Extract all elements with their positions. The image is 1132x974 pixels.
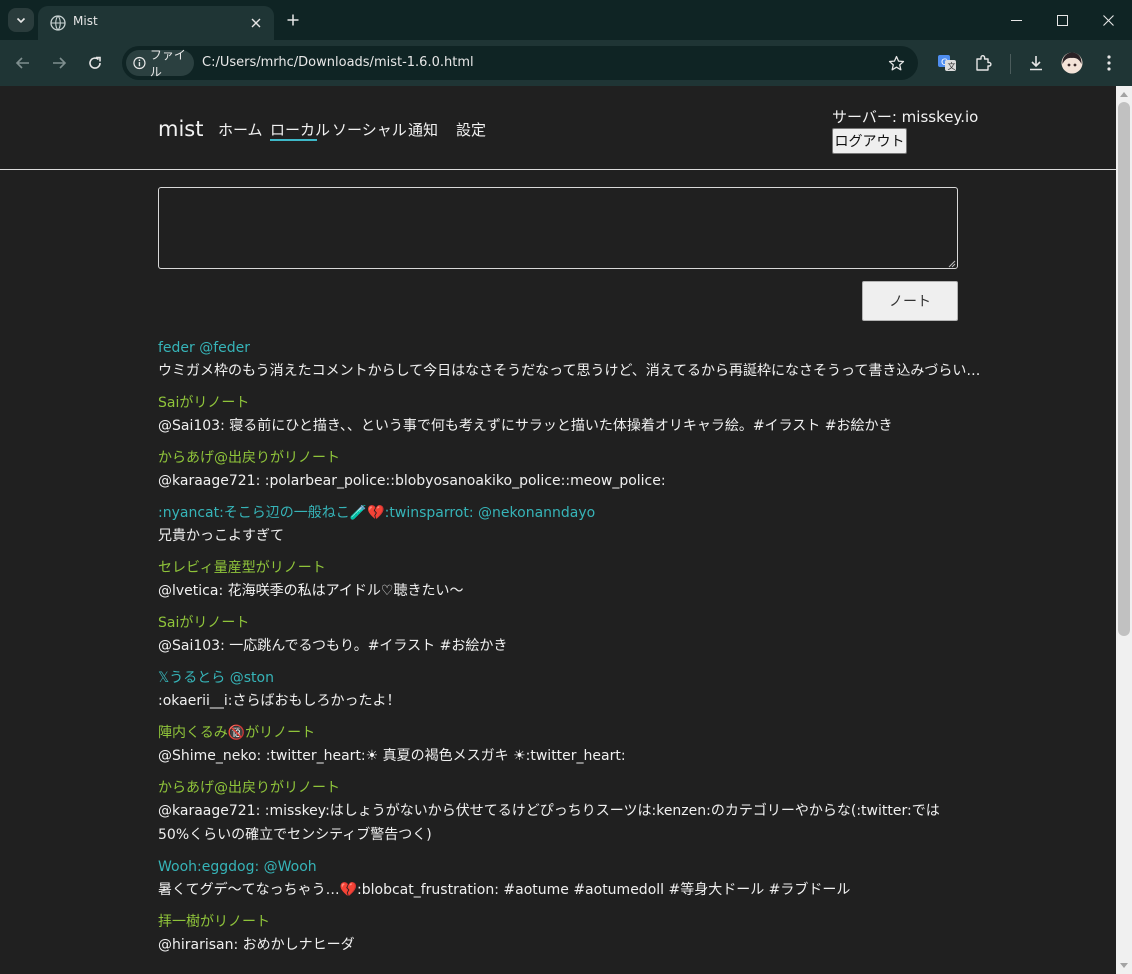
close-window-button[interactable] [1085, 0, 1131, 40]
note-item: からあげ@出戻りがリノート @karaage721: :misskey:はしょう… [158, 778, 958, 847]
note-text: @hirarisan: おめかしナヒーダ [158, 937, 355, 953]
scroll-down-arrow-icon[interactable] [1120, 963, 1128, 968]
bookmark-star-button[interactable] [886, 53, 906, 73]
note-item: Saiがリノート @Sai103: 寝る前にひと描き、、という事で何も考えずにサ… [158, 393, 958, 438]
extensions-button[interactable] [971, 51, 995, 75]
renote-label[interactable]: 陣内くるみ🔞がリノート [158, 723, 958, 744]
download-icon [1030, 56, 1042, 71]
note-text: @lvetica: 花海咲季の私はアイドル♡聴きたい〜 [158, 583, 464, 599]
info-icon [133, 56, 146, 70]
renote-label[interactable]: Saiがリノート [158, 613, 958, 634]
arrow-right-icon [53, 57, 67, 69]
translate-extension-button[interactable]: G文 [935, 51, 959, 75]
logout-button[interactable]: ログアウト [832, 128, 907, 154]
note-text: 暑くてグデ〜てなっちゃう…💔:blobcat_frustration: #aot… [158, 882, 851, 898]
scrollbar-thumb[interactable] [1118, 102, 1130, 636]
tab-close-button[interactable] [246, 13, 266, 33]
avatar-icon [1061, 52, 1083, 74]
new-tab-button[interactable] [282, 9, 304, 31]
note-author[interactable]: feder @feder [158, 338, 958, 359]
server-label: サーバー: misskey.io [832, 108, 979, 126]
resize-grip-icon[interactable] [946, 258, 956, 268]
note-item: 陣内くるみ🔞がリノート @Shime_neko: :twitter_heart:… [158, 723, 958, 768]
renote-label[interactable]: 拝一樹がリノート [158, 912, 958, 933]
tab-search-button[interactable] [8, 8, 34, 32]
note-author[interactable]: Wooh:eggdog: @Wooh [158, 857, 958, 878]
reload-icon [89, 56, 101, 69]
page-viewport: mist ホーム ローカル ソーシャル 通知 設定 サーバー: misskey.… [0, 86, 1116, 974]
note-item: からあげ@出戻りがリノート @karaage721: :polarbear_po… [158, 448, 958, 493]
star-icon [888, 55, 904, 70]
nav-social[interactable]: ソーシャル [332, 119, 407, 140]
forward-button[interactable] [47, 51, 71, 75]
note-author[interactable]: 𝕏うるとら @ston [158, 668, 958, 689]
note-text: @karaage721: :polarbear_police::blobyosa… [158, 473, 666, 489]
note-submit-button[interactable]: ノート [862, 281, 958, 321]
toolbar-separator [1010, 54, 1011, 74]
note-text: :okaerii__i:さらばおもしろかったよ！ [158, 693, 401, 709]
maximize-icon [1056, 14, 1068, 26]
note-text: @Sai103: 寝る前にひと描き、、という事で何も考えずにサラッと描いた体操着… [158, 418, 893, 434]
note-text: 兄貴かっこよすぎて [158, 528, 284, 544]
svg-text:文: 文 [948, 61, 956, 71]
note-item: セレビィ量産型がリノート @lvetica: 花海咲季の私はアイドル♡聴きたい〜 [158, 558, 958, 603]
site-info-label: ファイル [149, 48, 186, 79]
tab-title: Mist [73, 14, 98, 28]
note-text: ウミガメ枠のもう消えたコメントからして今日はなさそうだなって思うけど、消えてるか… [158, 363, 981, 379]
close-icon [251, 18, 261, 28]
profile-avatar-button[interactable] [1060, 51, 1084, 75]
site-brand: mist [158, 117, 204, 141]
nav-active-indicator [270, 139, 317, 141]
renote-label[interactable]: セレビィ量産型がリノート [158, 558, 958, 579]
arrow-left-icon [15, 57, 29, 69]
translate-icon: G文 [938, 55, 956, 71]
downloads-button[interactable] [1024, 51, 1048, 75]
note-item: 拝一樹がリノート @hirarisan: おめかしナヒーダ [158, 912, 958, 957]
nav-home[interactable]: ホーム [218, 119, 263, 140]
minimize-button[interactable] [993, 0, 1039, 40]
renote-label[interactable]: からあげ@出戻りがリノート [158, 778, 958, 799]
note-item: 𝕏うるとら @ston :okaerii__i:さらばおもしろかったよ！ [158, 668, 958, 713]
timeline: feder @feder ウミガメ枠のもう消えたコメントからして今日はなさそうだ… [158, 338, 981, 967]
browser-tab-strip: Mist [0, 0, 1132, 40]
more-vertical-icon [1107, 55, 1111, 71]
url-text[interactable]: C:/Users/mrhc/Downloads/mist-1.6.0.html [202, 55, 474, 70]
browser-tab[interactable]: Mist [38, 6, 274, 40]
compose-textarea[interactable] [158, 187, 958, 269]
renote-label[interactable]: からあげ@出戻りがリノート [158, 448, 958, 469]
browser-toolbar: ファイル C:/Users/mrhc/Downloads/mist-1.6.0.… [0, 40, 1132, 86]
nav-settings[interactable]: 設定 [456, 119, 486, 140]
note-item: feder @feder ウミガメ枠のもう消えたコメントからして今日はなさそうだ… [158, 338, 981, 383]
reload-button[interactable] [83, 51, 107, 75]
nav-local[interactable]: ローカル [270, 119, 330, 140]
note-item: :nyancat:そこら辺の一般ねこ🧪💔:twinsparrot: @nekon… [158, 503, 958, 548]
address-bar[interactable]: ファイル C:/Users/mrhc/Downloads/mist-1.6.0.… [122, 46, 918, 80]
maximize-button[interactable] [1039, 0, 1085, 40]
browser-menu-button[interactable] [1097, 51, 1121, 75]
note-text: @Sai103: 一応跳んでるつもり。#イラスト #お絵かき [158, 638, 508, 654]
site-info-chip[interactable]: ファイル [126, 48, 194, 79]
note-author[interactable]: :nyancat:そこら辺の一般ねこ🧪💔:twinsparrot: @nekon… [158, 503, 958, 524]
note-text: @Shime_neko: :twitter_heart:☀ 真夏の褐色メスガキ … [158, 748, 626, 764]
back-button[interactable] [11, 51, 35, 75]
puzzle-icon [976, 55, 992, 71]
globe-icon [50, 15, 66, 31]
close-icon [1102, 14, 1114, 26]
page-scrollbar[interactable] [1116, 86, 1132, 974]
scroll-up-arrow-icon[interactable] [1120, 92, 1128, 97]
chevron-down-icon [16, 17, 26, 24]
site-header: mist ホーム ローカル ソーシャル 通知 設定 サーバー: misskey.… [0, 86, 1116, 170]
note-item: Saiがリノート @Sai103: 一応跳んでるつもり。#イラスト #お絵かき [158, 613, 958, 658]
nav-notifications[interactable]: 通知 [408, 119, 438, 140]
note-text: @karaage721: :misskey:はしょうがないから伏せてるけどぴっち… [158, 803, 940, 843]
renote-label[interactable]: Saiがリノート [158, 393, 958, 414]
minimize-icon [1010, 19, 1022, 21]
plus-icon [287, 14, 299, 26]
note-item: Wooh:eggdog: @Wooh 暑くてグデ〜てなっちゃう…💔:blobca… [158, 857, 958, 902]
